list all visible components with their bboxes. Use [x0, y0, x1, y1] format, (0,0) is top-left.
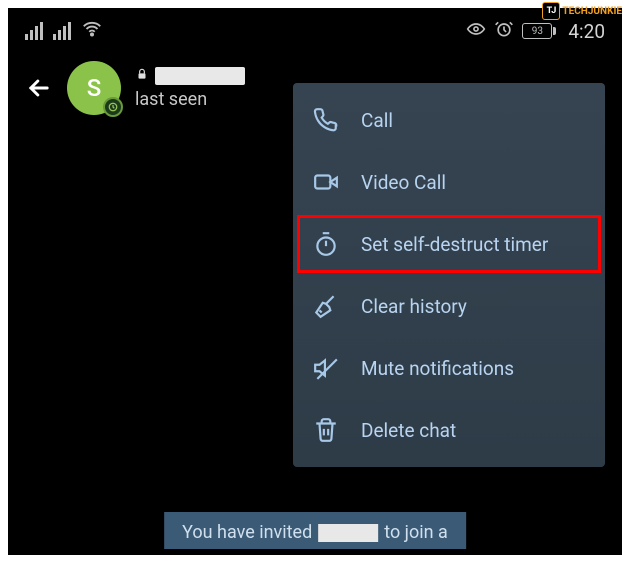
last-seen-label: last seen [135, 89, 245, 110]
chat-name-row [135, 66, 245, 85]
menu-item-label: Set self-destruct timer [361, 233, 548, 256]
back-button[interactable] [25, 74, 53, 102]
chat-info[interactable]: last seen [135, 66, 245, 110]
mute-icon [313, 355, 339, 381]
clock-badge-icon [103, 97, 123, 117]
clock: 4:20 [568, 20, 605, 43]
menu-item-delete-chat[interactable]: Delete chat [293, 399, 605, 461]
menu-item-label: Video Call [361, 171, 446, 194]
lock-icon [135, 66, 149, 85]
menu-item-video-call[interactable]: Video Call [293, 151, 605, 213]
timer-icon [313, 231, 339, 257]
eye-icon [466, 19, 486, 43]
battery-pct: 93 [532, 26, 543, 37]
status-right: 93 4:20 [466, 19, 605, 43]
menu-item-label: Call [361, 109, 393, 132]
watermark: TJ TECHJUNKIE [542, 2, 622, 20]
context-menu: Call Video Call Set self-destruct timer … [293, 83, 605, 467]
system-message-suffix: to join a [384, 522, 448, 543]
status-bar: 93 4:20 [11, 11, 619, 51]
signal-icon [25, 22, 43, 40]
redacted-name [318, 524, 378, 542]
menu-item-label: Mute notifications [361, 357, 514, 380]
menu-item-label: Clear history [361, 295, 467, 318]
menu-item-mute-notifications[interactable]: Mute notifications [293, 337, 605, 399]
alarm-icon [494, 19, 514, 43]
video-icon [313, 169, 339, 195]
signal-icon-2 [53, 22, 71, 40]
contact-name-redacted [155, 67, 245, 85]
system-message: You have invited to join a [164, 512, 466, 549]
menu-item-clear-history[interactable]: Clear history [293, 275, 605, 337]
menu-item-self-destruct-timer[interactable]: Set self-destruct timer [293, 213, 605, 275]
avatar[interactable]: S [67, 61, 121, 115]
status-left [25, 18, 103, 44]
battery-icon: 93 [522, 23, 556, 39]
watermark-badge: TJ [542, 2, 560, 20]
trash-icon [313, 417, 339, 443]
watermark-text: TECHJUNKIE [562, 6, 622, 17]
phone-icon [313, 107, 339, 133]
app-frame: 93 4:20 S last seen [8, 8, 622, 555]
broom-icon [313, 293, 339, 319]
system-message-prefix: You have invited [182, 522, 312, 543]
menu-item-call[interactable]: Call [293, 89, 605, 151]
menu-item-label: Delete chat [361, 419, 456, 442]
wifi-icon [81, 18, 103, 44]
